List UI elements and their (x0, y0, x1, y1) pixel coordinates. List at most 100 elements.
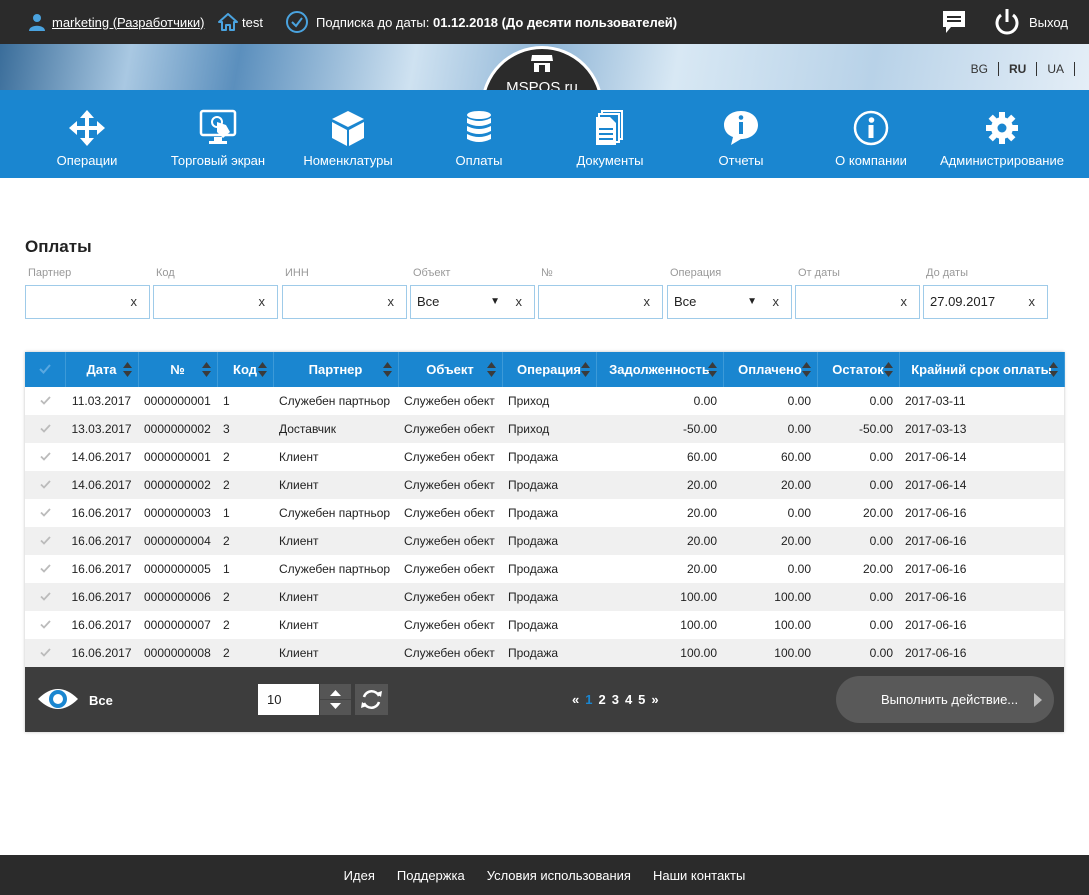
user-name[interactable]: marketing (Разработчики) (52, 15, 204, 30)
sort-arrows-icon[interactable] (382, 362, 392, 377)
sort-arrows-icon[interactable] (883, 362, 893, 377)
nav-item-operations[interactable]: Операции (17, 90, 157, 178)
column-header[interactable]: Дата (65, 352, 139, 387)
pager-page-4[interactable]: 4 (625, 692, 632, 707)
filter-input[interactable]: x (538, 285, 663, 319)
footer-link[interactable]: Наши контакты (653, 868, 745, 883)
sort-arrows-icon[interactable] (122, 362, 132, 377)
column-header[interactable]: Остаток (817, 352, 900, 387)
row-checkbox[interactable] (25, 471, 65, 499)
language-option-ua[interactable]: UA (1037, 62, 1075, 76)
filter-value: Все (674, 294, 697, 309)
language-option-ru[interactable]: RU (999, 62, 1038, 76)
table-row[interactable]: 14.06.2017 0000000001 2 Клиент Служебен обек… (25, 443, 1064, 471)
table-cell: Служебен обект (404, 534, 495, 548)
filter-input[interactable]: x (282, 285, 407, 319)
pager-page-1[interactable]: 1 (585, 692, 592, 707)
clear-filter-button[interactable]: x (773, 286, 780, 318)
sort-arrows-icon[interactable] (707, 362, 717, 377)
column-header[interactable]: Задолженность (596, 352, 724, 387)
row-checkbox[interactable] (25, 443, 65, 471)
rows-per-page-input[interactable]: 10 (258, 684, 319, 715)
table-row[interactable]: 16.06.2017 0000000005 1 Служебен партньор Сл… (25, 555, 1064, 583)
user-link[interactable]: marketing (Разработчики) (28, 0, 204, 44)
column-header[interactable]: Крайний срок оплаты (899, 352, 1065, 387)
pager-page-3[interactable]: 3 (612, 692, 619, 707)
column-header[interactable]: Партнер (273, 352, 399, 387)
table-row[interactable]: 11.03.2017 0000000001 1 Служебен партньор Сл… (25, 387, 1064, 415)
row-checkbox[interactable] (25, 415, 65, 443)
clear-filter-button[interactable]: x (388, 286, 395, 318)
select-all-checkbox[interactable] (25, 352, 66, 387)
column-header[interactable]: № (138, 352, 218, 387)
row-checkbox[interactable] (25, 639, 65, 667)
dropdown-arrow-icon[interactable]: ▼ (747, 286, 757, 318)
table-row[interactable]: 13.03.2017 0000000002 3 Доставчик Служебен о… (25, 415, 1064, 443)
sort-arrows-icon[interactable] (486, 362, 496, 377)
clear-filter-button[interactable]: x (259, 286, 266, 318)
sort-arrows-icon[interactable] (1048, 362, 1058, 377)
nav-item-trade-screen[interactable]: Торговый экран (148, 90, 288, 178)
nav-item-about-company[interactable]: О компании (801, 90, 941, 178)
table-row[interactable]: 16.06.2017 0000000004 2 Клиент Служебен обек… (25, 527, 1064, 555)
filter-input[interactable]: Все ▼ x (667, 285, 792, 319)
clear-filter-button[interactable]: x (901, 286, 908, 318)
sort-arrows-icon[interactable] (580, 362, 590, 377)
dropdown-arrow-icon[interactable]: ▼ (490, 286, 500, 318)
logout-label[interactable]: Выход (1029, 15, 1068, 30)
footer-link[interactable]: Идея (344, 868, 375, 883)
nav-item-documents[interactable]: Документы (540, 90, 680, 178)
filter-input[interactable]: x (795, 285, 920, 319)
row-checkbox[interactable] (25, 499, 65, 527)
logout-button[interactable]: Выход (993, 0, 1068, 44)
pager-next-button[interactable]: » (651, 692, 658, 707)
clear-filter-button[interactable]: x (516, 286, 523, 318)
sort-arrows-icon[interactable] (801, 362, 811, 377)
row-checkbox[interactable] (25, 583, 65, 611)
sort-arrows-icon[interactable] (201, 362, 211, 377)
nav-item-payments[interactable]: Оплаты (409, 90, 549, 178)
store-link[interactable]: test (218, 0, 263, 44)
clear-filter-button[interactable]: x (644, 286, 651, 318)
pager-prev-button[interactable]: « (572, 692, 579, 707)
sort-arrows-icon[interactable] (257, 362, 267, 377)
pager-page-2[interactable]: 2 (598, 692, 605, 707)
language-option-bg[interactable]: BG (961, 62, 999, 76)
row-checkbox[interactable] (25, 611, 65, 639)
row-checkbox[interactable] (25, 527, 65, 555)
column-header-label: Партнер (308, 362, 363, 377)
footer-link[interactable]: Условия использования (487, 868, 631, 883)
nav-item-reports[interactable]: Отчеты (671, 90, 811, 178)
filter-input[interactable]: x (25, 285, 150, 319)
table-cell: 0.00 (869, 618, 893, 632)
footer-link[interactable]: Поддержка (397, 868, 465, 883)
column-header[interactable]: Объект (398, 352, 503, 387)
column-header[interactable]: Оплачено (723, 352, 818, 387)
column-header[interactable]: Операция (502, 352, 597, 387)
table-row[interactable]: 16.06.2017 0000000006 2 Клиент Служебен обек… (25, 583, 1064, 611)
store-name[interactable]: test (242, 15, 263, 30)
table-row[interactable]: 16.06.2017 0000000008 2 Клиент Служебен обек… (25, 639, 1064, 667)
logo[interactable]: MSPOS.ru (481, 46, 603, 90)
clear-filter-button[interactable]: x (1029, 286, 1036, 318)
row-checkbox[interactable] (25, 555, 65, 583)
filter-input[interactable]: x (153, 285, 278, 319)
chat-button[interactable] (941, 0, 967, 44)
nav-item-administration[interactable]: Администрирование (932, 90, 1072, 178)
filter-input[interactable]: 27.09.2017 x (923, 285, 1048, 319)
table-row[interactable]: 14.06.2017 0000000002 2 Клиент Служебен обек… (25, 471, 1064, 499)
pager-page-5[interactable]: 5 (638, 692, 645, 707)
clear-filter-button[interactable]: x (131, 286, 138, 318)
execute-action-button[interactable]: Выполнить действие... (836, 676, 1054, 723)
table-cell: 0.00 (787, 506, 811, 520)
row-checkbox[interactable] (25, 387, 65, 415)
filter-input[interactable]: Все ▼ x (410, 285, 535, 319)
table-row[interactable]: 16.06.2017 0000000007 2 Клиент Служебен обек… (25, 611, 1064, 639)
table-row[interactable]: 16.06.2017 0000000003 1 Служебен партньор Сл… (25, 499, 1064, 527)
rows-per-page-stepper[interactable] (320, 684, 351, 715)
nav-item-nomenclature[interactable]: Номенклатуры (278, 90, 418, 178)
visibility-toggle[interactable] (37, 684, 79, 717)
column-header[interactable]: Код (217, 352, 274, 387)
table-cell: 0.00 (869, 534, 893, 548)
refresh-button[interactable] (355, 684, 388, 715)
